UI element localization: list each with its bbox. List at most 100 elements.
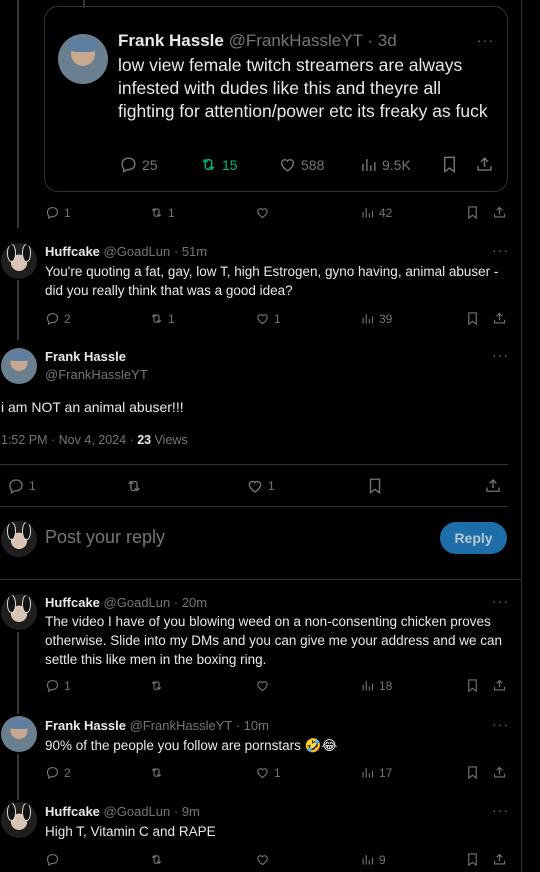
views-button[interactable]: 42 [360, 205, 392, 220]
views-count: 42 [379, 205, 393, 220]
share-icon [484, 477, 502, 495]
repost-icon [125, 477, 143, 495]
author-handle[interactable]: @GoadLun [104, 804, 171, 819]
reply-button[interactable]: 1 [45, 678, 71, 693]
views-button[interactable]: 18 [360, 678, 392, 693]
avatar[interactable] [58, 34, 108, 84]
like-button[interactable] [255, 678, 270, 693]
share-button[interactable] [484, 477, 502, 495]
author-handle[interactable]: @GoadLun [104, 595, 171, 610]
like-count: 1 [268, 479, 275, 493]
bookmark-button[interactable] [465, 311, 480, 326]
post-text: High T, Vitamin C and RAPE [45, 824, 216, 839]
reply-button[interactable]: 1 [45, 205, 71, 220]
repost-button[interactable]: 15 [199, 155, 238, 174]
share-button[interactable] [492, 205, 507, 220]
like-icon [255, 205, 270, 220]
author-name[interactable]: Huffcake [45, 804, 100, 819]
author-name[interactable]: Frank Hassle [118, 31, 224, 50]
divider [0, 579, 521, 580]
bookmark-icon [465, 765, 480, 780]
reply-author-line: Huffcake @GoadLun · 9m [45, 804, 200, 819]
reply-count: 2 [64, 311, 71, 326]
views-icon [360, 311, 375, 326]
share-icon [492, 205, 507, 220]
like-button[interactable] [255, 852, 270, 867]
author-name[interactable]: Frank Hassle [45, 718, 126, 733]
reply-button[interactable] [45, 852, 60, 867]
post-time[interactable]: · 3d [367, 31, 396, 50]
avatar[interactable] [1, 594, 37, 630]
more-icon[interactable]: ··· [492, 802, 509, 818]
repost-button[interactable] [149, 765, 164, 780]
share-button[interactable] [492, 311, 507, 326]
post-time[interactable]: · 9m [174, 804, 200, 819]
reply-icon [7, 477, 25, 495]
bookmark-button[interactable] [465, 852, 480, 867]
author-handle[interactable]: @FrankHassleYT [45, 367, 148, 382]
more-icon[interactable]: ··· [492, 242, 509, 258]
bookmark-icon [465, 852, 480, 867]
share-icon [492, 852, 507, 867]
author-name[interactable]: Frank Hassle [45, 349, 126, 364]
repost-icon [149, 205, 164, 220]
avatar[interactable] [1, 243, 37, 279]
repost-icon [149, 678, 164, 693]
views-button[interactable]: 17 [360, 765, 392, 780]
share-icon [475, 155, 494, 174]
timestamp-text[interactable]: 1:52 PM · Nov 4, 2024 · [1, 433, 137, 447]
reply-icon [45, 678, 60, 693]
more-icon[interactable]: ··· [492, 716, 509, 732]
author-handle[interactable]: @FrankHassleYT [130, 718, 233, 733]
more-icon[interactable]: ··· [492, 347, 509, 363]
repost-button[interactable]: 1 [149, 311, 175, 326]
author-name[interactable]: Huffcake [45, 244, 100, 259]
share-button[interactable] [475, 155, 494, 174]
share-button[interactable] [492, 678, 507, 693]
reply-button[interactable]: 2 [45, 765, 71, 780]
like-button[interactable]: 1 [246, 477, 275, 495]
repost-button[interactable] [149, 678, 164, 693]
like-button[interactable]: 1 [255, 765, 281, 780]
author-handle[interactable]: @FrankHassleYT [229, 31, 363, 50]
more-icon[interactable]: ··· [477, 32, 494, 48]
share-button[interactable] [492, 765, 507, 780]
bookmark-button[interactable] [440, 155, 459, 174]
like-button[interactable]: 588 [278, 155, 324, 174]
views-button[interactable]: 39 [360, 311, 392, 326]
reply-icon [45, 205, 60, 220]
avatar[interactable] [1, 802, 37, 838]
like-button[interactable] [255, 205, 270, 220]
avatar[interactable] [1, 716, 37, 752]
bookmark-button[interactable] [465, 765, 480, 780]
post-timestamp: 1:52 PM · Nov 4, 2024 · 23 Views [1, 433, 188, 447]
more-icon[interactable]: ··· [492, 593, 509, 609]
post-time[interactable]: · 51m [174, 244, 207, 259]
author-handle[interactable]: @GoadLun [104, 244, 171, 259]
repost-button[interactable] [149, 852, 164, 867]
bookmark-button[interactable] [465, 205, 480, 220]
reply-button[interactable]: 1 [7, 477, 36, 495]
bookmark-button[interactable] [465, 678, 480, 693]
views-button[interactable]: 9 [360, 852, 386, 867]
repost-button[interactable]: 1 [149, 205, 175, 220]
share-icon [492, 311, 507, 326]
like-button[interactable]: 1 [255, 311, 281, 326]
quoted-author-line: Frank Hassle @FrankHassleYT · 3d [118, 31, 397, 51]
post-time[interactable]: · 10m [236, 718, 269, 733]
avatar[interactable] [1, 348, 37, 384]
views-icon [360, 765, 375, 780]
author-name[interactable]: Huffcake [45, 595, 100, 610]
bookmark-icon [366, 477, 384, 495]
reply-submit-button[interactable]: Reply [440, 522, 507, 554]
bookmark-button[interactable] [366, 477, 384, 495]
share-button[interactable] [492, 852, 507, 867]
views-button[interactable]: 9.5K [359, 155, 411, 174]
thread-line [17, 0, 19, 228]
reply-input[interactable]: Post your reply [45, 527, 165, 548]
repost-button[interactable] [125, 477, 143, 495]
post-time[interactable]: · 20m [174, 595, 207, 610]
views-count: 9.5K [382, 156, 411, 173]
reply-button[interactable]: 2 [45, 311, 71, 326]
reply-button[interactable]: 25 [119, 155, 158, 174]
